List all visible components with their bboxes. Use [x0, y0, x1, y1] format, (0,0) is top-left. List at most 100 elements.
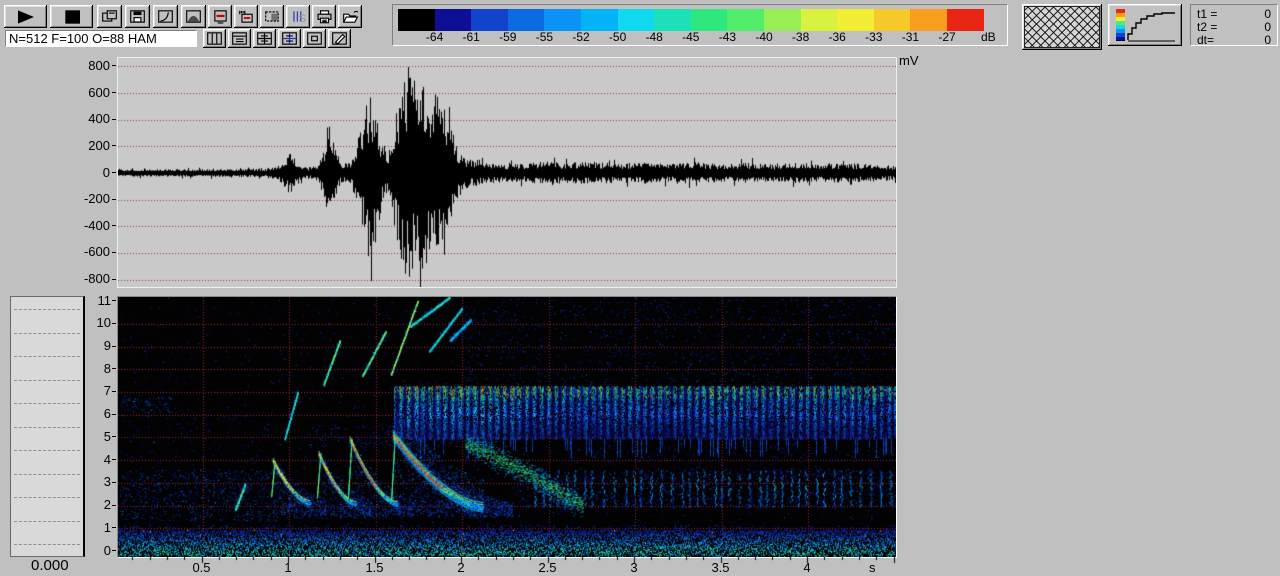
printer-icon	[316, 9, 333, 24]
spectrogram-y-label: 3	[80, 475, 111, 488]
play-icon	[11, 9, 41, 25]
spectrogram-canvas[interactable]	[118, 297, 896, 557]
colorbar-tick-label: -61	[456, 31, 486, 44]
meter-gridline	[14, 450, 80, 451]
edit-icon	[331, 31, 348, 46]
time-readout-label: dt=	[1197, 33, 1214, 47]
colorbar-segment	[581, 9, 618, 31]
meter-gridline	[14, 544, 80, 545]
colorbar-segment	[727, 9, 764, 31]
quad-grid-cross-icon	[281, 31, 298, 46]
oscillogram-y-label: 600	[58, 86, 110, 99]
time-axis-label: 1.5	[360, 561, 390, 574]
quad-grid-cross-button[interactable]	[278, 29, 301, 48]
colorbar-tick-label: -48	[639, 31, 669, 44]
hatch-pattern-button[interactable]	[1022, 4, 1102, 50]
window-function-button[interactable]	[181, 5, 206, 28]
axis-tick	[112, 145, 116, 146]
colorbar-segment	[544, 9, 581, 31]
oscillogram-panel[interactable]	[117, 57, 897, 288]
spectrogram-y-label: 9	[80, 339, 111, 352]
spectrogram-panel[interactable]	[117, 296, 897, 558]
spectrum-s-button[interactable]: S	[286, 5, 310, 28]
window-function-icon	[185, 9, 202, 24]
spectrogram-y-label: 4	[80, 453, 111, 466]
time-readout-label: t1 =	[1197, 7, 1217, 21]
colorbar-tick-label: -64	[420, 31, 450, 44]
colorbar-segment	[398, 9, 435, 31]
colorbar-tick-label: -55	[529, 31, 559, 44]
waterfall-icon	[238, 9, 255, 24]
waterfall-button[interactable]	[234, 5, 258, 28]
fft-settings-field: N=512 F=100 O=88 HAM	[5, 30, 197, 47]
meter-gridline	[14, 521, 80, 522]
axis-tick	[112, 279, 116, 280]
axis-tick	[112, 119, 116, 120]
time-readout-label: t2 =	[1197, 20, 1217, 34]
spectrogram-y-label: 8	[80, 362, 111, 375]
top-strip-view-icon	[231, 31, 248, 46]
oscillogram-y-label: 400	[58, 112, 110, 125]
fft-settings-text: N=512 F=100 O=88 HAM	[9, 31, 157, 46]
meter-gridline	[14, 497, 80, 498]
colorbar-segment	[837, 9, 874, 31]
inner-box-button[interactable]	[303, 29, 326, 48]
colorbar-tick-label: -45	[676, 31, 706, 44]
colorbar-tick-label: -38	[786, 31, 816, 44]
axis-tick	[112, 172, 116, 173]
display-button[interactable]	[208, 5, 232, 28]
colorbar-unit-label: dB	[981, 31, 996, 44]
time-axis-label: 4	[792, 561, 822, 574]
colorbar-tick-label: -50	[603, 31, 633, 44]
time-readout-value: 0	[1264, 34, 1271, 47]
stop-button[interactable]	[50, 5, 93, 28]
axis-tick	[112, 550, 116, 551]
printer-button[interactable]	[312, 5, 336, 28]
save-button[interactable]	[125, 5, 150, 28]
top-strip-view-button[interactable]	[228, 29, 251, 48]
transfer-curve-icon	[1111, 7, 1179, 43]
axis-tick	[112, 482, 116, 483]
colorbar-tick-label: -27	[932, 31, 962, 44]
colorbar-tick-label: -31	[895, 31, 925, 44]
quad-grid-button[interactable]	[253, 29, 276, 48]
oscillogram-canvas[interactable]	[118, 58, 896, 287]
spectrogram-y-label: 2	[80, 498, 111, 511]
shaded-box-button[interactable]	[260, 5, 284, 28]
gamma-curve-icon	[157, 9, 174, 24]
time-axis-ticks	[116, 557, 896, 564]
colorbar-segment	[801, 9, 838, 31]
axis-tick	[112, 323, 116, 324]
spectrum-s-icon: S	[290, 9, 307, 24]
colorbar-segment	[910, 9, 947, 31]
open-folder-button[interactable]	[338, 5, 362, 28]
oscillogram-y-label: 0	[58, 166, 110, 179]
colorbar-segment	[691, 9, 728, 31]
meter-gridline	[14, 356, 80, 357]
edit-button[interactable]	[328, 29, 351, 48]
svg-text:S: S	[298, 13, 306, 24]
meter-gridline	[14, 474, 80, 475]
colorbar-segment	[764, 9, 801, 31]
time-axis-label: 1	[273, 561, 303, 574]
time-axis-label: 2	[446, 561, 476, 574]
colorbar-segment	[947, 9, 984, 31]
oscillogram-y-label: 800	[58, 59, 110, 72]
gamma-curve-button[interactable]	[153, 5, 178, 28]
colorbar-tick-label: -52	[566, 31, 596, 44]
colorbar-segment	[435, 9, 472, 31]
columns-view-icon	[206, 31, 223, 46]
play-button[interactable]	[4, 5, 47, 28]
spectrogram-y-label: 11	[80, 294, 111, 307]
colorbar-segment	[508, 9, 545, 31]
time-axis-label: 3.5	[706, 561, 736, 574]
columns-view-button[interactable]	[203, 29, 226, 48]
meter-gridline	[14, 333, 80, 334]
axis-tick	[112, 391, 116, 392]
transfer-curve-button[interactable]	[1108, 4, 1182, 46]
copy-button[interactable]	[97, 5, 122, 28]
axis-tick	[112, 92, 116, 93]
time-readout-panel: t1 =0t2 =0dt=0	[1190, 4, 1278, 46]
meter-gridline	[14, 380, 80, 381]
colorbar-segment	[654, 9, 691, 31]
